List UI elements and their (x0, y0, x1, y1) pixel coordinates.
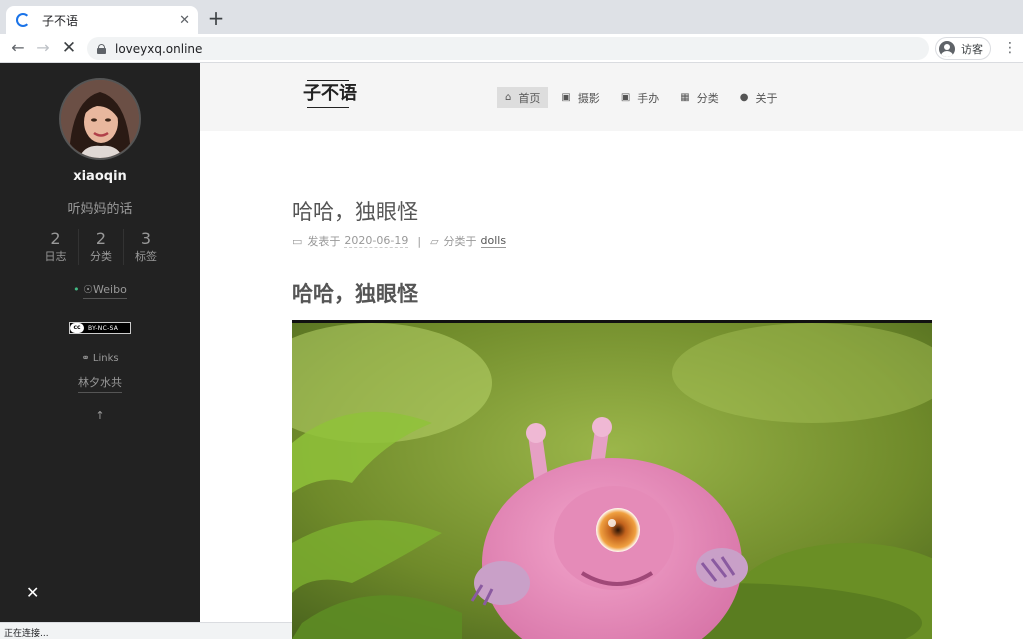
cc-logo-icon: cc (70, 323, 84, 333)
lock-icon[interactable] (97, 43, 106, 54)
author-name: xiaoqin (73, 169, 127, 184)
site-stats: 2 日志 2 分类 3 标签 (33, 229, 168, 265)
post-image (292, 320, 932, 639)
brand-line (307, 107, 349, 108)
weibo-icon: ☉ (83, 283, 94, 296)
menu-item-label: 手办 (637, 91, 660, 105)
stat-posts[interactable]: 2 日志 (33, 229, 78, 265)
site-title[interactable]: 子不语 (303, 81, 357, 107)
social-links: • ☉Weibo (0, 283, 200, 299)
browser-toolbar: ← → ✕ loveyxq.online 访客 ⋮ (0, 34, 1023, 63)
stat-tags[interactable]: 3 标签 (123, 229, 168, 265)
menu-item-label: 摄影 (577, 91, 600, 105)
calendar-icon: ▭ (292, 234, 303, 248)
loading-spinner-icon (16, 13, 30, 27)
browser-tab[interactable]: 子不语 ✕ (6, 6, 198, 34)
forward-button[interactable]: → (33, 38, 53, 58)
blogroll-link-label[interactable]: 林夕水共 (78, 376, 122, 393)
cc-license-badge[interactable]: cc BY-NC-SA (69, 322, 131, 334)
monster-photo (292, 323, 932, 639)
weibo-label: Weibo (93, 283, 127, 296)
folder-icon: ▱ (430, 234, 439, 248)
menu-item-photography[interactable]: ▣ 摄影 (553, 87, 607, 108)
address-bar[interactable]: loveyxq.online (87, 37, 929, 60)
back-button[interactable]: ← (8, 38, 28, 58)
browser-menu-icon[interactable]: ⋮ (1003, 40, 1017, 56)
online-dot-icon: • (73, 283, 80, 296)
category-link[interactable]: dolls (480, 234, 507, 248)
stat-count: 2 (50, 229, 61, 248)
meta-category-label: 分类于 (443, 235, 477, 248)
stat-label: 分类 (90, 250, 112, 263)
links-title-text: Links (92, 353, 119, 364)
back-to-top-icon[interactable]: ↑ (0, 409, 200, 422)
main-menu: ⌂ 首页 ▣ 摄影 ▣ 手办 ▦ 分类 ● 关于 (497, 87, 790, 108)
post-meta: ▭ 发表于 2020-06-19 | ▱ 分类于 dolls (292, 233, 507, 249)
menu-item-label: 首页 (518, 91, 541, 105)
grid-icon: ▦ (680, 92, 690, 103)
browser-tabbar: 子不语 ✕ + (0, 0, 1023, 34)
browser-status-bar: 正在连接... (0, 622, 340, 639)
home-icon: ⌂ (505, 92, 512, 103)
stop-button[interactable]: ✕ (59, 38, 79, 58)
profile-label: 访客 (961, 42, 983, 56)
tab-close-icon[interactable]: ✕ (179, 14, 190, 27)
author-motto: 听妈妈的话 (67, 202, 133, 217)
menu-item-about[interactable]: ● 关于 (732, 87, 786, 108)
stat-categories[interactable]: 2 分类 (78, 229, 123, 265)
meta-posted-label: 发表于 (307, 235, 341, 248)
menu-item-label: 分类 (696, 91, 719, 105)
post-date: 2020-06-19 (344, 234, 409, 248)
tab-title: 子不语 (42, 13, 79, 28)
stat-label: 日志 (44, 250, 67, 263)
stat-count: 2 (95, 229, 107, 248)
menu-item-label: 关于 (755, 91, 778, 105)
camera-icon: ▣ (620, 92, 631, 103)
cc-license-text: BY-NC-SA (88, 324, 119, 332)
new-tab-button[interactable]: + (206, 8, 226, 28)
sidebar: xiaoqin 听妈妈的话 2 日志 2 分类 3 标签 • ☉Weibo cc… (0, 63, 200, 639)
post-title[interactable]: 哈哈，独眼怪 (292, 196, 418, 226)
blogroll-link[interactable]: 林夕水共 (0, 374, 200, 393)
post-heading: 哈哈，独眼怪 (292, 282, 418, 306)
links-title: ⚭ Links (0, 353, 200, 364)
user-icon: ● (739, 92, 749, 103)
close-sidebar-icon[interactable]: ✕ (26, 583, 39, 602)
menu-item-home[interactable]: ⌂ 首页 (497, 87, 549, 108)
site-brand[interactable]: 子不语 (303, 80, 357, 108)
link-icon: ⚭ (81, 353, 93, 364)
stat-label: 标签 (135, 250, 157, 263)
site-header: 子不语 ⌂ 首页 ▣ 摄影 ▣ 手办 ▦ 分类 ● 关于 (200, 63, 1023, 131)
weibo-link[interactable]: ☉Weibo (83, 283, 127, 299)
camera-icon: ▣ (561, 92, 571, 103)
menu-item-figures[interactable]: ▣ 手办 (613, 87, 667, 108)
url-text[interactable]: loveyxq.online (115, 42, 202, 56)
account-icon (939, 40, 955, 57)
author-avatar (59, 78, 141, 160)
stat-count: 3 (140, 229, 152, 248)
meta-separator: | (417, 234, 422, 248)
menu-item-categories[interactable]: ▦ 分类 (672, 87, 726, 108)
profile-button[interactable]: 访客 (935, 37, 991, 60)
